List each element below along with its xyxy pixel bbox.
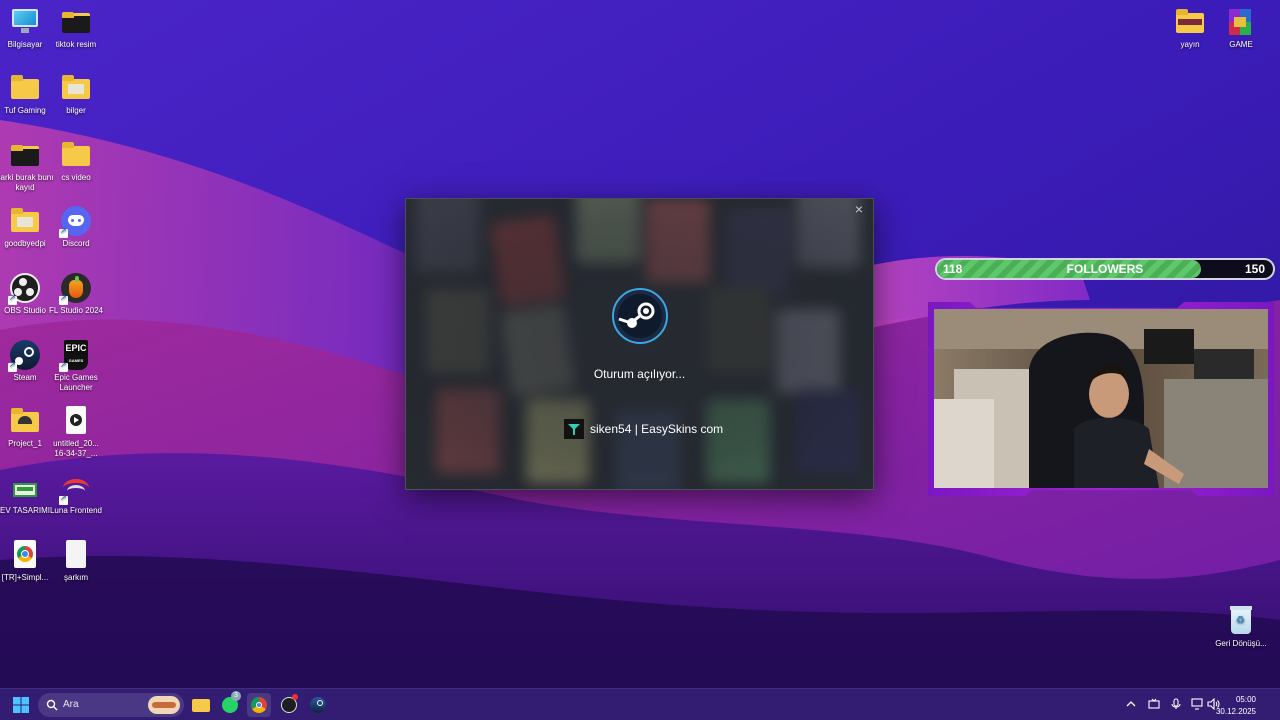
folder-icon — [10, 406, 40, 436]
desktop-icon-tiktok-resim[interactable]: tiktok resim — [47, 7, 105, 50]
taskbar-whatsapp[interactable]: 3 — [218, 691, 242, 717]
desktop-icon-luna-frontend[interactable]: Luna Frontend — [47, 473, 105, 516]
tray-app-icon[interactable] — [1148, 698, 1160, 713]
desktop-icon-label: OBS Studio — [4, 306, 46, 315]
folder-icon — [61, 7, 91, 37]
account-row: siken54 | EasySkins com — [564, 419, 723, 439]
desktop-icon-label: untitled_20... 16-34-37_... — [53, 439, 99, 458]
taskbar-search[interactable]: Ara — [38, 693, 184, 717]
account-avatar — [564, 419, 584, 439]
desktop-icon-label: GAME — [1229, 40, 1253, 49]
desktop-icon-label: yayın — [1180, 40, 1200, 49]
taskbar-chrome[interactable] — [247, 693, 271, 717]
monitor-icon — [10, 7, 40, 37]
close-button[interactable]: × — [851, 201, 867, 217]
desktop-icon-label: EV TASARIMI — [0, 506, 50, 515]
winrar-icon — [1226, 7, 1256, 37]
desktop-icon-label: [TR]+Simpl... — [1, 573, 49, 582]
folder-icon — [10, 140, 40, 170]
desktop-icon-ev-tasarimi[interactable]: EV TASARIMI — [0, 473, 54, 516]
desktop-icon-epic-games[interactable]: EPICGAMES Epic Games Launcher — [47, 340, 105, 393]
desktop-icon-untitled-video[interactable]: untitled_20... 16-34-37_... — [47, 406, 105, 459]
microphone-icon[interactable] — [1170, 698, 1182, 713]
desktop-icon-steam[interactable]: Steam — [0, 340, 54, 383]
video-file-icon — [61, 406, 91, 436]
folder-icon — [10, 206, 40, 236]
folder-icon — [10, 73, 40, 103]
steam-login-dialog[interactable]: × Oturum açılıyor... siken54 | EasySkins… — [405, 198, 874, 490]
desktop-icon-label: Project_1 — [8, 439, 42, 448]
folder-icon — [61, 140, 91, 170]
chrome-icon — [10, 540, 40, 570]
followers-label: FOLLOWERS — [1066, 262, 1144, 276]
taskbar-steam[interactable] — [306, 693, 330, 717]
desktop-icon-label: Discord — [62, 239, 90, 248]
epic-games-icon: EPIC GAMES — [59, 340, 91, 372]
desktop-icon-fl-studio[interactable]: FL Studio 2024 — [47, 273, 105, 316]
account-name: siken54 | EasySkins com — [590, 422, 724, 436]
folder-icon — [1175, 7, 1205, 37]
discord-icon — [59, 206, 91, 238]
followers-goal-bar: 118 FOLLOWERS 150 — [935, 258, 1275, 280]
desktop-icon-bilgisayar[interactable]: Bilgisayar — [0, 7, 54, 50]
app-icon — [10, 473, 40, 503]
recycle-bin-icon: ♻ — [1226, 606, 1256, 636]
desktop-icon-label: bilger — [66, 106, 86, 115]
webcam-feed — [934, 309, 1268, 488]
signin-status-text: Oturum açılıyor... — [593, 367, 686, 381]
desktop-icon-game[interactable]: GAME — [1212, 7, 1270, 50]
desktop-icon-label: tiktok resim — [55, 40, 97, 49]
desktop-icon-label: FL Studio 2024 — [49, 306, 103, 315]
clock-date: 30.12.2025 — [1215, 707, 1256, 716]
clock-time: 05:00 — [1235, 695, 1256, 704]
desktop-icon-label: Steam — [13, 373, 37, 382]
fl-studio-icon — [59, 273, 91, 305]
search-highlight-icon — [148, 696, 180, 714]
search-icon — [46, 699, 58, 711]
desktop-icon-label: Epic Games Launcher — [54, 373, 98, 392]
desktop-icon-recycle-bin[interactable]: ♻ Geri Dönüşü... — [1212, 606, 1270, 649]
tray-overflow-chevron-icon[interactable] — [1126, 699, 1136, 712]
taskbar-obs[interactable] — [277, 693, 301, 717]
desktop-icon-tr-simpl[interactable]: [TR]+Simpl... — [0, 540, 54, 583]
taskbar-file-explorer[interactable] — [189, 693, 213, 717]
search-placeholder: Ara — [63, 699, 79, 710]
recording-dot — [292, 694, 298, 700]
network-icon[interactable] — [1191, 698, 1203, 713]
desktop-icon-project-1[interactable]: Project_1 — [0, 406, 54, 449]
steam-logo-icon — [611, 287, 669, 345]
desktop-icon-label: Bilgisayar — [7, 40, 43, 49]
obs-icon — [8, 273, 40, 305]
luna-icon — [59, 473, 91, 505]
desktop-icon-label: şarkım — [64, 573, 88, 582]
steam-icon — [8, 340, 40, 372]
start-button[interactable] — [9, 693, 33, 717]
desktop-icon-label: goodbyedpi — [4, 239, 46, 248]
taskbar: Ara 3 05:00 30.12.2025 — [0, 688, 1280, 720]
folder-icon — [61, 73, 91, 103]
desktop-icon-label: Luna Frontend — [49, 506, 103, 515]
whatsapp-badge: 3 — [231, 691, 241, 701]
desktop-icon-tuf-gaming[interactable]: Tuf Gaming — [0, 73, 54, 116]
followers-goal: 150 — [1244, 262, 1265, 276]
windows-logo-icon — [13, 697, 29, 713]
desktop-icon-label: Tuf Gaming — [4, 106, 46, 115]
desktop-icon-sarkim[interactable]: şarkım — [47, 540, 105, 583]
chrome-center — [256, 702, 262, 708]
file-explorer-icon — [192, 699, 210, 712]
desktop-icon-cs-video[interactable]: cs video — [47, 140, 105, 183]
desktop-icon-obs-studio[interactable]: OBS Studio — [0, 273, 54, 316]
taskbar-clock[interactable]: 05:00 30.12.2025 — [1216, 694, 1256, 718]
easyskins-logo-icon — [568, 424, 580, 435]
desktop-icon-goodbyedpi[interactable]: goodbyedpi — [0, 206, 54, 249]
desktop-icon-bilger[interactable]: bilger — [47, 73, 105, 116]
desktop-icon-discord[interactable]: Discord — [47, 206, 105, 249]
desktop-icon-sarki-burak[interactable]: sarki burak bunı kayıd — [0, 140, 54, 193]
desktop-icon-label: cs video — [61, 173, 91, 182]
desktop-icon-yayin[interactable]: yayın — [1161, 7, 1219, 50]
text-file-icon — [61, 540, 91, 570]
desktop-icon-label: sarki burak bunı kayıd — [0, 173, 54, 192]
steam-icon-wheel — [317, 700, 323, 706]
desktop-icon-label: Geri Dönüşü... — [1215, 639, 1267, 648]
